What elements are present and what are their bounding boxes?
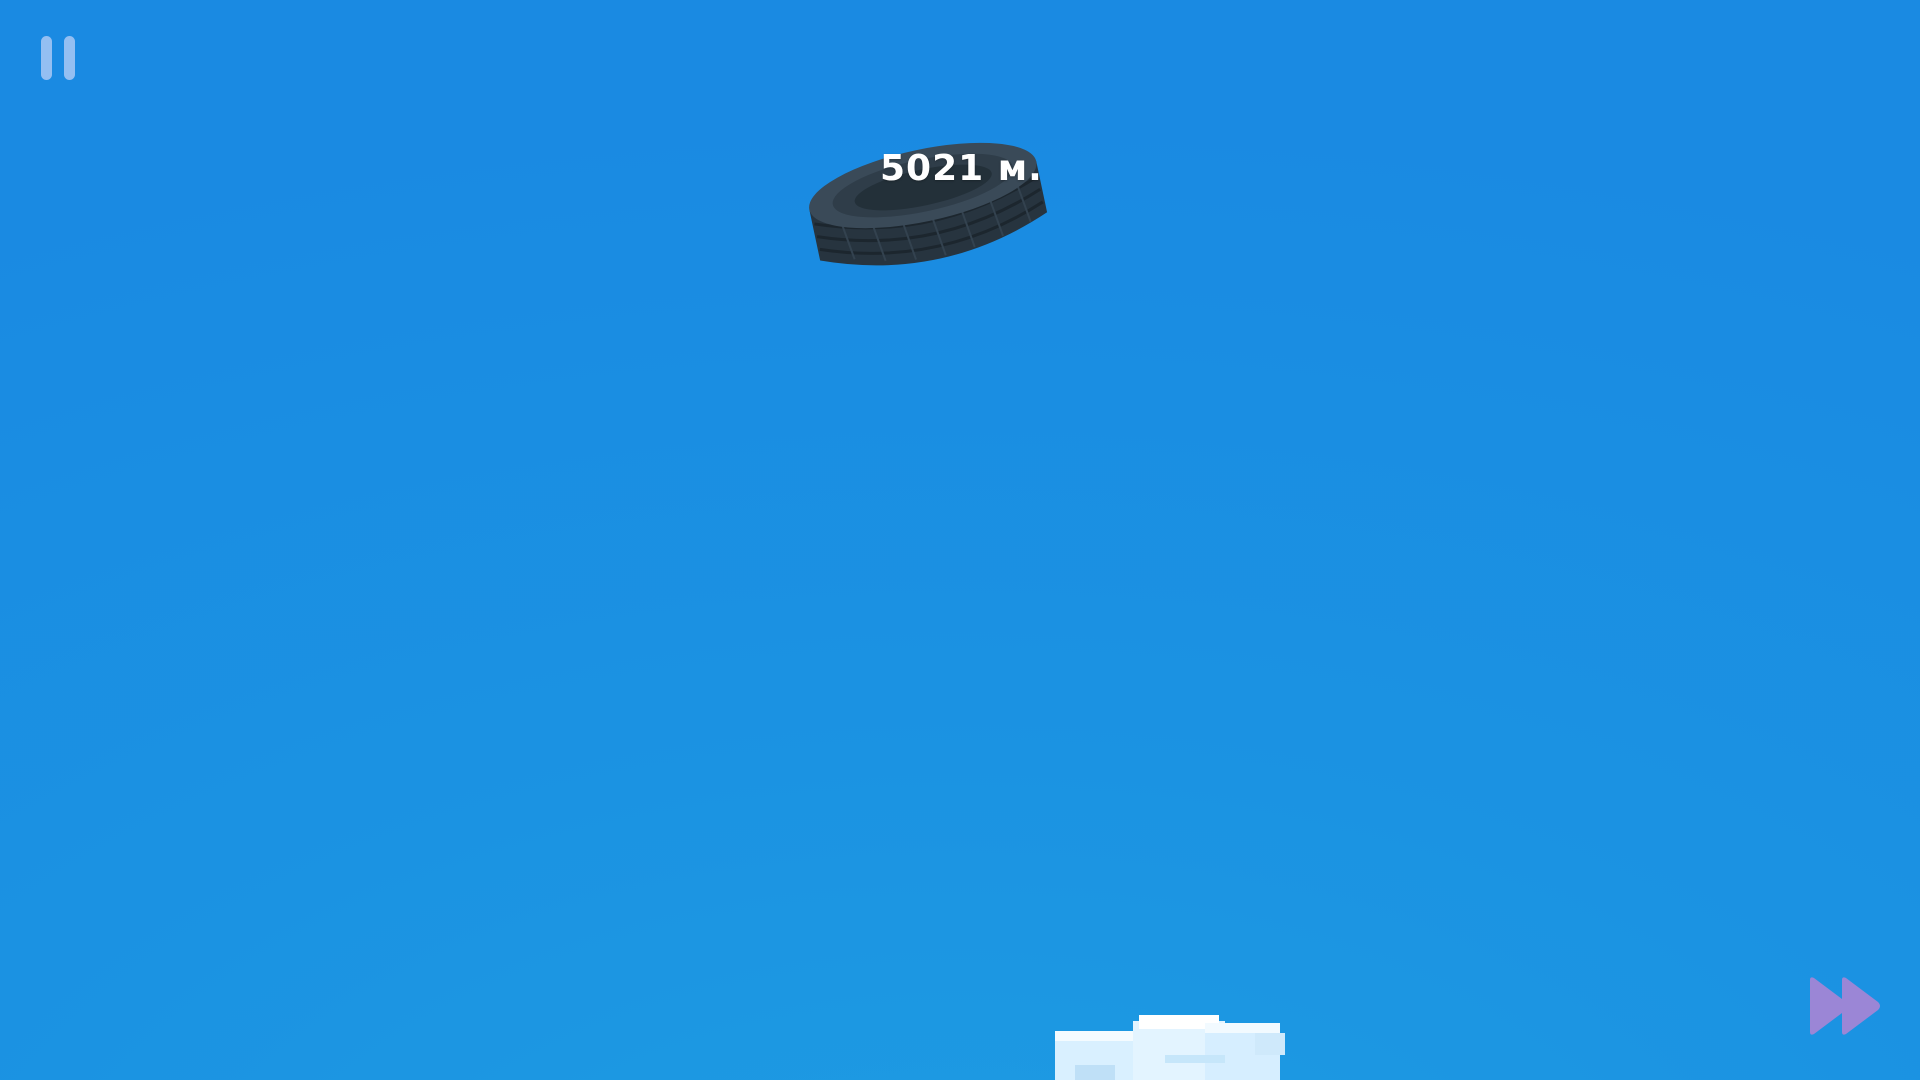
distance-label: 5021 м. [880,148,1043,189]
pause-button[interactable] [38,34,78,84]
cloud [1055,1015,1285,1080]
fast-forward-icon [1810,977,1880,1035]
pause-icon-bar-right [64,36,75,80]
pause-icon-bar-left [41,36,52,80]
fast-forward-button[interactable] [1808,976,1884,1036]
